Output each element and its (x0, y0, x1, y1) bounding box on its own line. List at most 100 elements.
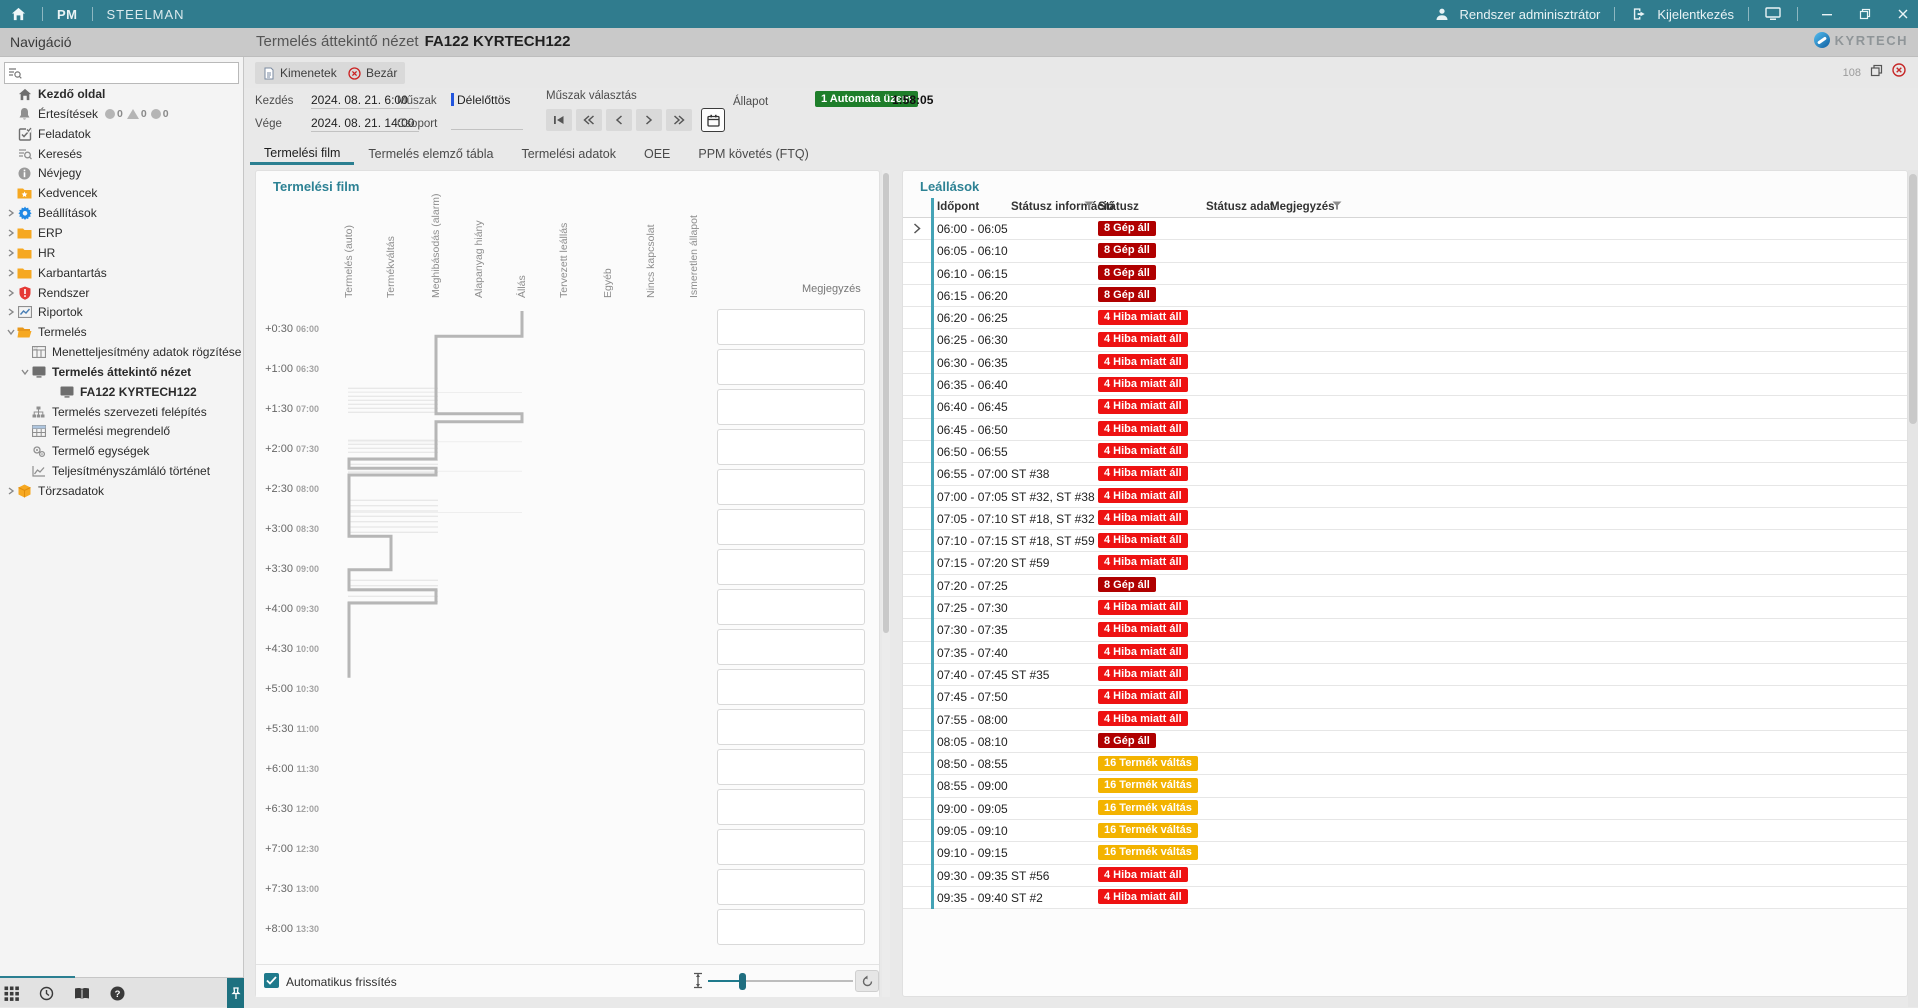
comment-box[interactable] (717, 709, 865, 745)
comment-box[interactable] (717, 549, 865, 585)
sidebar-item-teljes-tm-nysz-ml-l-t-rt-net[interactable]: Teljesítményszámláló történet (0, 461, 244, 481)
downtime-row[interactable]: 08:05 - 08:108 Gép áll (903, 731, 1907, 753)
downtime-row[interactable]: 09:35 - 09:40ST #24 Hiba miatt áll (903, 887, 1907, 909)
downtime-row[interactable]: 06:25 - 06:304 Hiba miatt áll (903, 329, 1907, 351)
comment-box[interactable] (717, 749, 865, 785)
chevron-right-icon[interactable] (4, 289, 17, 297)
close-all-icon[interactable] (1892, 63, 1906, 82)
sidebar-item-karbantart-s[interactable]: Karbantartás (0, 263, 244, 283)
comment-box[interactable] (717, 509, 865, 545)
downtime-row[interactable]: 06:20 - 06:254 Hiba miatt áll (903, 307, 1907, 329)
downtime-row[interactable]: 08:55 - 09:0016 Termék váltás (903, 775, 1907, 797)
chevron-right-icon[interactable] (4, 249, 17, 257)
restore-button[interactable] (1850, 2, 1880, 26)
comment-box[interactable] (717, 869, 865, 905)
sidebar-item-riportok[interactable]: Riportok (0, 302, 244, 322)
downtime-row[interactable]: 07:20 - 07:258 Gép áll (903, 575, 1907, 597)
downtime-row[interactable]: 07:40 - 07:45ST #354 Hiba miatt áll (903, 664, 1907, 686)
sidebar-item-rendszer[interactable]: Rendszer (0, 283, 244, 303)
tab-termel-si-film[interactable]: Termelési film (250, 140, 354, 165)
comment-box[interactable] (717, 349, 865, 385)
previous-shift-button[interactable] (606, 109, 632, 131)
downtime-row[interactable]: 07:55 - 08:004 Hiba miatt áll (903, 709, 1907, 731)
comment-box[interactable] (717, 789, 865, 825)
downtime-row[interactable]: 07:30 - 07:354 Hiba miatt áll (903, 619, 1907, 641)
fast-forward-button[interactable] (666, 109, 692, 131)
comment-box[interactable] (717, 309, 865, 345)
film-scrollbar[interactable] (882, 170, 890, 997)
sidebar-item-termel-s-szervezeti-fel-p-t-s[interactable]: Termelés szervezeti felépítés (0, 402, 244, 422)
comment-box[interactable] (717, 629, 865, 665)
downtime-row[interactable]: 07:45 - 07:504 Hiba miatt áll (903, 686, 1907, 708)
col-header-time[interactable]: Időpont (937, 201, 979, 213)
downtime-row[interactable]: 07:15 - 07:20ST #594 Hiba miatt áll (903, 552, 1907, 574)
downtime-row[interactable]: 07:10 - 07:15ST #18, ST #594 Hiba miatt … (903, 530, 1907, 552)
sidebar-item-kedvencek[interactable]: Kedvencek (0, 183, 244, 203)
apps-grid-icon[interactable] (4, 986, 19, 1001)
downtime-row[interactable]: 06:35 - 06:404 Hiba miatt áll (903, 374, 1907, 396)
chevron-right-icon[interactable] (4, 229, 17, 237)
refresh-button[interactable] (855, 970, 879, 992)
filter-funnel-icon[interactable] (1332, 201, 1342, 213)
tab-oee[interactable]: OEE (630, 140, 684, 165)
downtime-row[interactable]: 06:10 - 06:158 Gép áll (903, 263, 1907, 285)
downtime-row[interactable]: 07:25 - 07:304 Hiba miatt áll (903, 597, 1907, 619)
expand-row-icon[interactable] (913, 223, 921, 237)
comment-box[interactable] (717, 469, 865, 505)
sidebar-item-feladatok[interactable]: Feladatok (0, 124, 244, 144)
sidebar-search-input[interactable] (25, 64, 238, 82)
calendar-button[interactable] (701, 108, 725, 132)
chevron-right-icon[interactable] (4, 269, 17, 277)
downtime-row[interactable]: 06:45 - 06:504 Hiba miatt áll (903, 419, 1907, 441)
sidebar-item-n-vjegy[interactable]: Névjegy (0, 163, 244, 183)
zoom-slider-handle[interactable] (739, 973, 746, 990)
downtime-row[interactable]: 06:55 - 07:00ST #384 Hiba miatt áll (903, 463, 1907, 485)
chevron-down-icon[interactable] (18, 368, 31, 376)
downtime-row[interactable]: 07:05 - 07:10ST #18, ST #324 Hiba miatt … (903, 508, 1907, 530)
close-view-button[interactable]: Bezár (340, 62, 405, 84)
sidebar-item-termel-si-megrendel-[interactable]: Termelési megrendelő (0, 421, 244, 441)
filter-funnel-icon[interactable] (1084, 201, 1094, 213)
home-icon[interactable] (8, 4, 28, 24)
col-header-comment[interactable]: Megjegyzés (1270, 201, 1335, 213)
downtime-row[interactable]: 09:05 - 09:1016 Termék váltás (903, 820, 1907, 842)
restore-view-icon[interactable] (1870, 64, 1883, 82)
group-value[interactable] (451, 116, 523, 130)
first-shift-button[interactable] (546, 109, 572, 131)
sidebar-item-kezd-oldal[interactable]: Kezdő oldal (0, 84, 244, 104)
downtime-row[interactable]: 09:10 - 09:1516 Termék váltás (903, 842, 1907, 864)
sidebar-item-be-ll-t-sok[interactable]: Beállítások (0, 203, 244, 223)
tab-termel-si-adatok[interactable]: Termelési adatok (507, 140, 630, 165)
help-icon[interactable]: ? (110, 986, 125, 1001)
col-header-status-data[interactable]: Státusz adat (1206, 201, 1274, 213)
current-user[interactable]: Rendszer adminisztrátor (1460, 7, 1601, 22)
sidebar-item-hr[interactable]: HR (0, 243, 244, 263)
fast-back-button[interactable] (576, 109, 602, 131)
window-scrollbar[interactable] (1908, 170, 1918, 1007)
zoom-slider-track[interactable] (708, 980, 853, 982)
sidebar-item-termel-s[interactable]: Termelés (0, 322, 244, 342)
comment-box[interactable] (717, 909, 865, 945)
col-header-status[interactable]: Státusz (1098, 201, 1139, 213)
minimize-button[interactable] (1812, 2, 1842, 26)
tab-ppm-k-vet-s-ftq-[interactable]: PPM követés (FTQ) (684, 140, 822, 165)
downtime-row[interactable]: 08:50 - 08:5516 Termék váltás (903, 753, 1907, 775)
sidebar-item-menetteljes-tm-ny-adatok-r-gz-t-se[interactable]: 12Menetteljesítmény adatok rögzítése (0, 342, 244, 362)
manual-icon[interactable] (74, 987, 90, 1000)
chevron-down-icon[interactable] (4, 328, 17, 336)
close-button[interactable] (1888, 2, 1918, 26)
history-icon[interactable] (39, 986, 54, 1001)
downtime-row[interactable]: 09:30 - 09:35ST #564 Hiba miatt áll (903, 865, 1907, 887)
sidebar-item-t-rzsadatok[interactable]: Törzsadatok (0, 481, 244, 501)
chevron-right-icon[interactable] (4, 487, 17, 495)
pin-sidebar-button[interactable] (227, 978, 244, 1008)
downtime-row[interactable]: 07:00 - 07:05ST #32, ST #384 Hiba miatt … (903, 486, 1907, 508)
comment-box[interactable] (717, 389, 865, 425)
comment-box[interactable] (717, 829, 865, 865)
sidebar-item-erp[interactable]: ERP (0, 223, 244, 243)
downtime-row[interactable]: 06:05 - 06:108 Gép áll (903, 240, 1907, 262)
sidebar-item-termel-s-ttekint-n-zet[interactable]: Termelés áttekintő nézet (0, 362, 244, 382)
sidebar-item-keres-s[interactable]: Keresés (0, 144, 244, 164)
downtime-row[interactable]: 06:50 - 06:554 Hiba miatt áll (903, 441, 1907, 463)
downtime-row[interactable]: 09:00 - 09:0516 Termék váltás (903, 798, 1907, 820)
